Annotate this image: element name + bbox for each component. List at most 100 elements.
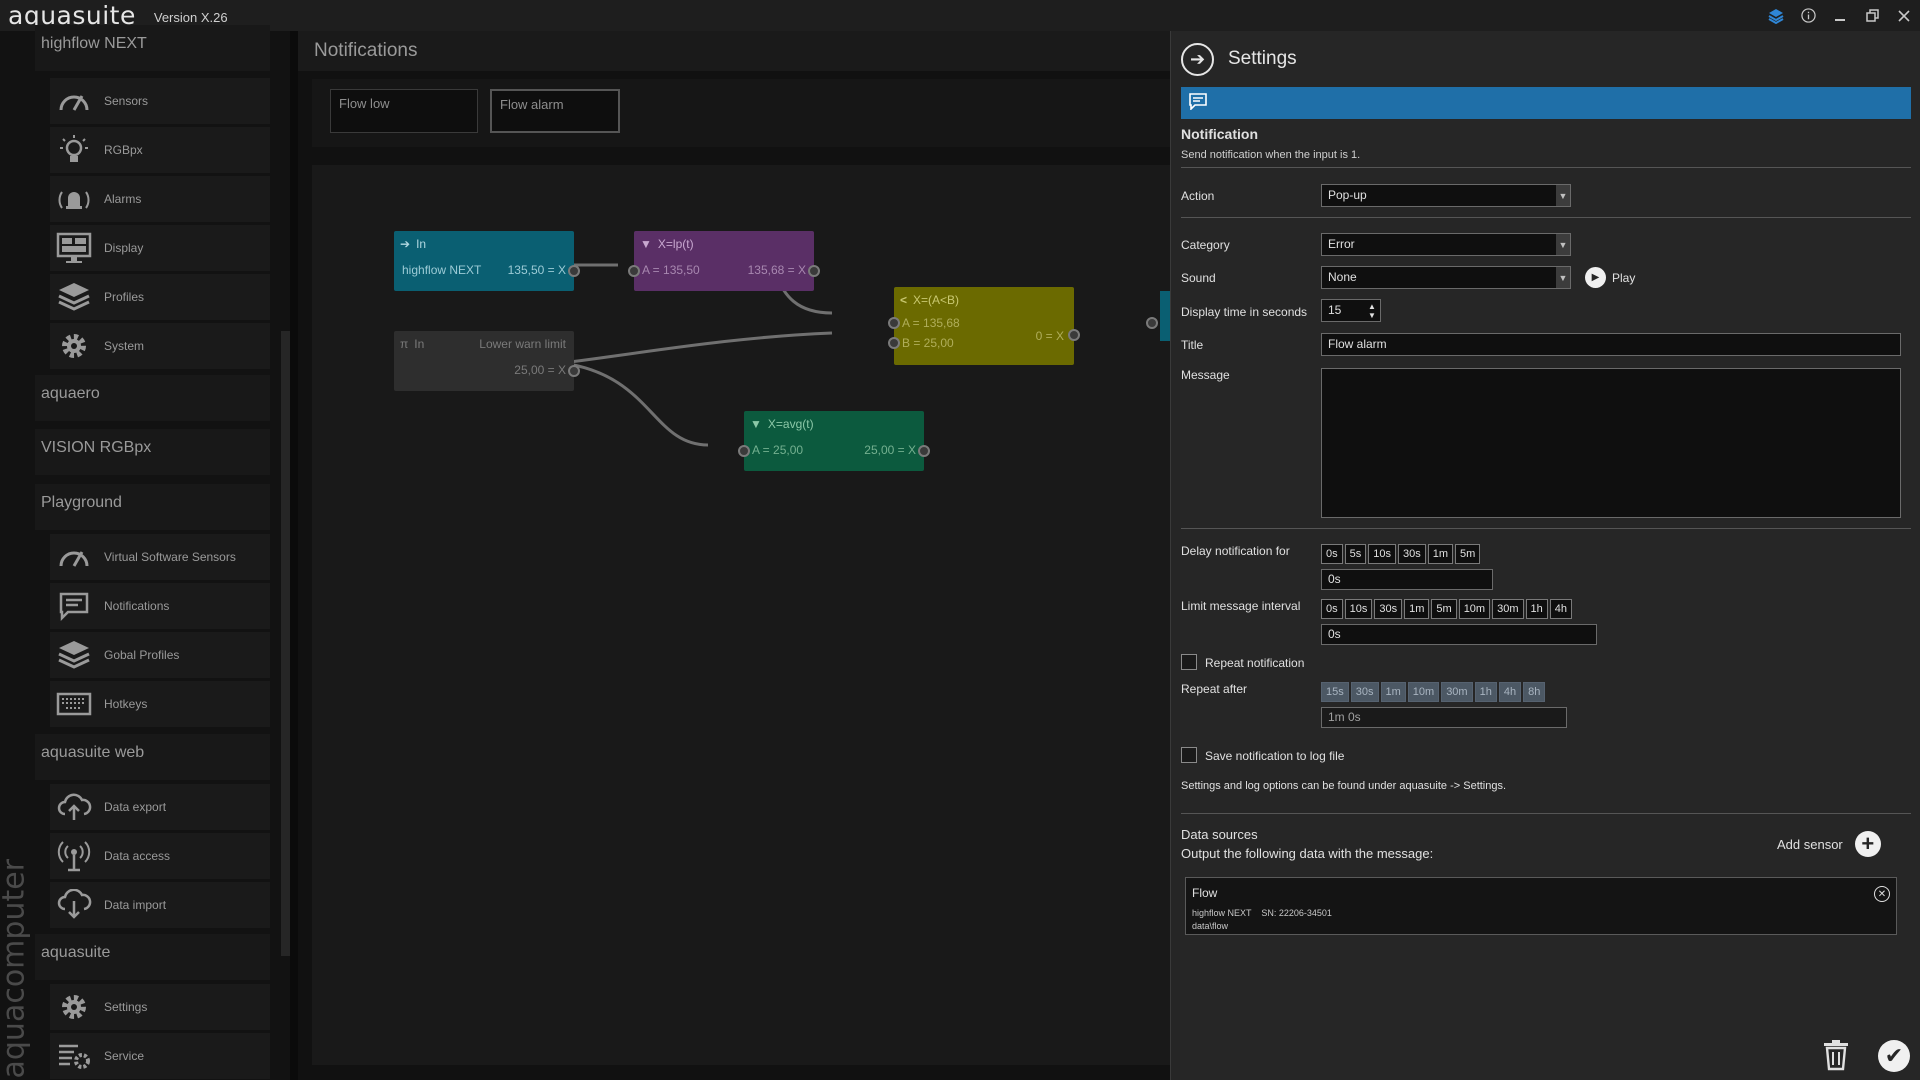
- output-port[interactable]: [568, 365, 580, 377]
- limit-preset-button[interactable]: 0s: [1321, 599, 1343, 619]
- repeat-preset-button[interactable]: 8h: [1523, 682, 1546, 702]
- limit-preset-button[interactable]: 5m: [1431, 599, 1457, 619]
- repeat-preset-button[interactable]: 4h: [1498, 682, 1522, 702]
- delay-preset-button[interactable]: 1m: [1427, 544, 1454, 564]
- input-port[interactable]: [628, 265, 640, 277]
- limit-preset-button[interactable]: 10m: [1458, 599, 1491, 619]
- repeat-label: Repeat notification: [1205, 656, 1305, 670]
- repeat-after-input[interactable]: 1m 0s: [1321, 707, 1567, 728]
- sidebar-item-notifications[interactable]: Notifications: [50, 583, 270, 629]
- repeat-preset-button[interactable]: 1m: [1380, 682, 1406, 702]
- limit-preset-button[interactable]: 10s: [1344, 599, 1373, 619]
- output-port[interactable]: [1068, 329, 1080, 341]
- title-input[interactable]: Flow alarm: [1321, 333, 1901, 356]
- save-log-checkbox[interactable]: [1181, 747, 1197, 763]
- display-time-stepper[interactable]: 15 ▲ ▼: [1321, 299, 1381, 322]
- sidebar-item-virtual-sensors[interactable]: Virtual Software Sensors: [50, 534, 270, 580]
- restore-icon[interactable]: [1856, 0, 1888, 31]
- sound-select[interactable]: None ▼: [1321, 266, 1571, 289]
- limit-preset-button[interactable]: 30m: [1492, 599, 1524, 619]
- sidebar-section-aquaero[interactable]: aquaero: [35, 375, 270, 421]
- sidebar-item-label: Service: [104, 1049, 145, 1063]
- node-average[interactable]: ▼ X=avg(t) A = 25,00 25,00 = X: [738, 411, 930, 471]
- sidebar-item-label: Profiles: [104, 290, 145, 304]
- data-source-item[interactable]: Flow highflow NEXT SN: 22206-34501 data\…: [1185, 877, 1897, 935]
- message-icon: [1189, 93, 1209, 113]
- confirm-check-icon[interactable]: ✔: [1878, 1040, 1910, 1072]
- sidebar-section-vision[interactable]: VISION RGBpx: [35, 429, 270, 475]
- sidebar-scrollbar[interactable]: [281, 331, 290, 956]
- node-lowpass-filter[interactable]: ▼ X=lp(t) A = 135,50 135,68 = X: [628, 231, 820, 291]
- message-textarea[interactable]: [1321, 368, 1901, 518]
- node-canvas[interactable]: ➔ In highflow NEXT 135,50 = X ▼ X=lp(t) …: [312, 165, 1170, 1065]
- sidebar-item-settings[interactable]: Settings: [50, 984, 270, 1030]
- play-button[interactable]: ▶ Play: [1585, 267, 1635, 288]
- trash-icon[interactable]: [1821, 1039, 1851, 1071]
- delay-preset-button[interactable]: 30s: [1398, 544, 1426, 564]
- input-port-b[interactable]: [888, 337, 900, 349]
- collapse-arrow-button[interactable]: ➔: [1181, 42, 1214, 76]
- limit-input[interactable]: 0s: [1321, 624, 1597, 645]
- limit-preset-button[interactable]: 30s: [1374, 599, 1403, 619]
- sidebar-section-aquasuite[interactable]: aquasuite: [35, 934, 270, 980]
- sidebar-item-alarms[interactable]: Alarms: [50, 176, 270, 222]
- output-port[interactable]: [568, 265, 580, 277]
- action-value: Pop-up: [1328, 188, 1367, 202]
- sidebar-item-profiles[interactable]: Profiles: [50, 274, 270, 320]
- node-input-constant[interactable]: π In Lower warn limit 25,00 = X: [394, 331, 580, 391]
- info-icon[interactable]: [1792, 0, 1824, 31]
- node-input-highflow[interactable]: ➔ In highflow NEXT 135,50 = X: [394, 231, 580, 291]
- repeat-preset-button[interactable]: 30s: [1350, 682, 1379, 702]
- source-path: data\flow: [1192, 921, 1229, 931]
- tab-flow-low[interactable]: Flow low: [330, 89, 478, 133]
- sidebar-item-data-import[interactable]: Data import: [50, 882, 270, 928]
- sidebar-item-sensors[interactable]: Sensors: [50, 78, 270, 124]
- delay-preset-button[interactable]: 10s: [1368, 544, 1396, 564]
- delay-preset-button[interactable]: 5s: [1344, 544, 1367, 564]
- category-select[interactable]: Error ▼: [1321, 233, 1571, 256]
- alarm-icon: [50, 176, 98, 222]
- sidebar-item-label: Data export: [104, 800, 167, 814]
- stepper-arrows-icon[interactable]: ▲ ▼: [1364, 300, 1380, 321]
- minimize-icon[interactable]: [1824, 0, 1856, 31]
- sidebar-item-display[interactable]: Display: [50, 225, 270, 271]
- node-output-partial[interactable]: [1160, 291, 1170, 341]
- output-port[interactable]: [918, 445, 930, 457]
- input-port-a[interactable]: [888, 317, 900, 329]
- sidebar-item-data-export[interactable]: Data export: [50, 784, 270, 830]
- delay-label: Delay notification for: [1181, 544, 1290, 558]
- sidebar-item-label: Settings: [104, 1000, 148, 1014]
- repeat-preset-button[interactable]: 30m: [1441, 682, 1473, 702]
- repeat-preset-button[interactable]: 10m: [1407, 682, 1440, 702]
- layers-icon[interactable]: [1760, 0, 1792, 31]
- close-icon[interactable]: [1888, 0, 1920, 31]
- sidebar-section-highflow[interactable]: highflow NEXT: [35, 25, 270, 71]
- node-compare[interactable]: < X=(A<B) A = 135,68 B = 25,00 0 = X: [888, 287, 1080, 365]
- limit-preset-button[interactable]: 1h: [1525, 599, 1548, 619]
- limit-preset-button[interactable]: 1m: [1404, 599, 1430, 619]
- add-sensor-button[interactable]: Add sensor +: [1777, 831, 1881, 857]
- repeat-checkbox[interactable]: [1181, 654, 1197, 670]
- sidebar-section-web[interactable]: aquasuite web: [35, 734, 270, 780]
- sidebar-item-data-access[interactable]: Data access: [50, 833, 270, 879]
- input-port[interactable]: [1146, 317, 1158, 329]
- sidebar-item-system[interactable]: System: [50, 323, 270, 369]
- delay-preset-button[interactable]: 0s: [1321, 544, 1343, 564]
- sidebar-item-hotkeys[interactable]: Hotkeys: [50, 681, 270, 727]
- sidebar-section-playground[interactable]: Playground: [35, 484, 270, 530]
- input-port[interactable]: [738, 445, 750, 457]
- window-controls: [1760, 0, 1920, 31]
- repeat-preset-button[interactable]: 15s: [1321, 682, 1349, 702]
- sidebar-item-rgbpx[interactable]: RGBpx: [50, 127, 270, 173]
- sidebar-item-service[interactable]: Service: [50, 1033, 270, 1079]
- action-select[interactable]: Pop-up ▼: [1321, 184, 1571, 207]
- repeat-preset-button[interactable]: 1h: [1474, 682, 1497, 702]
- output-port[interactable]: [808, 265, 820, 277]
- limit-preset-button[interactable]: 4h: [1549, 599, 1572, 619]
- remove-source-icon[interactable]: ✕: [1874, 886, 1890, 902]
- delay-preset-button[interactable]: 5m: [1455, 544, 1481, 564]
- tab-flow-alarm[interactable]: Flow alarm: [490, 89, 620, 133]
- sidebar-item-global-profiles[interactable]: Gobal Profiles: [50, 632, 270, 678]
- delay-input[interactable]: 0s: [1321, 569, 1493, 590]
- source-name: Flow: [1192, 886, 1218, 900]
